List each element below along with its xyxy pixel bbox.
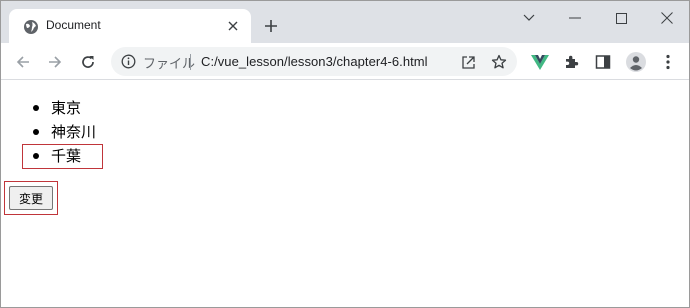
star-icon[interactable] — [491, 54, 507, 70]
reload-icon[interactable] — [77, 51, 99, 73]
page-viewport: 東京 神奈川 千葉 変更 — [1, 81, 689, 307]
close-icon[interactable] — [225, 18, 241, 34]
maximize-icon[interactable] — [598, 5, 644, 31]
scheme-label: ファイル — [143, 57, 196, 72]
list-item-kanagawa: 神奈川 — [31, 121, 96, 145]
info-icon[interactable] — [121, 54, 136, 69]
list-item-tokyo: 東京 — [31, 97, 96, 121]
change-button[interactable]: 変更 — [9, 186, 53, 210]
browser-toolbar: ファイル C:/vue_lesson/lesson3/chapter4-6.ht… — [1, 43, 689, 80]
close-window-icon[interactable] — [644, 5, 689, 31]
share-icon[interactable] — [460, 54, 476, 70]
tab-strip: Document — [1, 1, 689, 43]
side-panel-icon[interactable] — [592, 51, 614, 73]
vue-devtools-icon[interactable] — [529, 51, 551, 73]
browser-window: Document ファイル C:/vue_lesson/lesson3/chap… — [0, 0, 690, 308]
address-bar[interactable]: ファイル C:/vue_lesson/lesson3/chapter4-6.ht… — [111, 47, 517, 76]
url-text[interactable]: C:/vue_lesson/lesson3/chapter4-6.html — [201, 54, 428, 69]
tab-title: Document — [46, 18, 101, 32]
back-arrow-icon[interactable] — [12, 51, 34, 73]
highlight-box-list-item — [22, 144, 103, 169]
chevron-down-icon[interactable] — [506, 5, 552, 31]
minimize-icon[interactable] — [552, 5, 598, 31]
address-separator — [190, 54, 191, 70]
tab-document[interactable]: Document — [9, 9, 251, 43]
forward-arrow-icon[interactable] — [44, 51, 66, 73]
profile-avatar-icon[interactable] — [625, 51, 647, 73]
extensions-puzzle-icon[interactable] — [561, 51, 583, 73]
plus-icon[interactable] — [261, 16, 281, 36]
globe-icon — [23, 19, 39, 35]
more-vert-icon[interactable] — [657, 51, 679, 73]
